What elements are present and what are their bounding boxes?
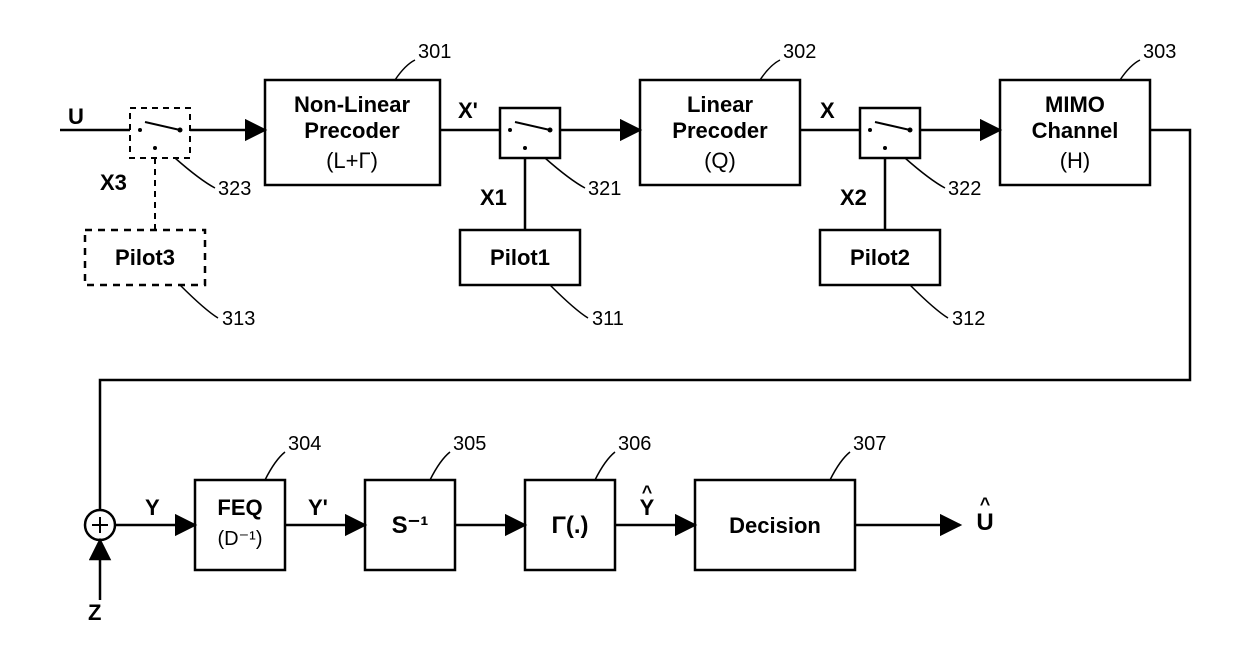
svg-text:Precoder: Precoder: [672, 118, 768, 143]
ref-306: 306: [618, 433, 651, 455]
feq-block: FEQ (D⁻¹): [195, 480, 285, 570]
switch-1: [500, 108, 560, 158]
svg-text:U: U: [976, 509, 993, 536]
signal-X3: X3: [100, 170, 127, 195]
svg-text:Precoder: Precoder: [304, 118, 400, 143]
switch-3: [130, 108, 190, 158]
svg-text:Γ(.): Γ(.): [551, 512, 588, 539]
adder-node: [85, 510, 115, 540]
nonlinear-precoder-block: Non-Linear Precoder (L+Γ): [265, 80, 440, 185]
ref-303: 303: [1143, 41, 1176, 63]
ref-305: 305: [453, 433, 486, 455]
signal-X1: X1: [480, 185, 507, 210]
ref-312: 312: [952, 308, 985, 330]
svg-text:(H): (H): [1060, 148, 1091, 173]
ref-321: 321: [588, 178, 621, 200]
signal-Yprime: Y': [308, 495, 328, 520]
signal-U: U: [68, 104, 84, 129]
ref-311: 311: [592, 308, 624, 330]
decision-block: Decision: [695, 480, 855, 570]
svg-text:(L+Γ): (L+Γ): [326, 148, 378, 173]
signal-X2: X2: [840, 185, 867, 210]
ref-301: 301: [418, 41, 451, 63]
svg-text:Pilot1: Pilot1: [490, 245, 550, 270]
svg-text:Y: Y: [640, 495, 655, 520]
ref-323: 323: [218, 178, 251, 200]
signal-Z: Z: [88, 600, 101, 625]
svg-text:(Q): (Q): [704, 148, 736, 173]
mimo-channel-block: MIMO Channel (H): [1000, 80, 1150, 185]
ref-322: 322: [948, 178, 981, 200]
svg-text:Linear: Linear: [687, 92, 753, 117]
svg-text:(D⁻¹): (D⁻¹): [218, 528, 263, 550]
ref-304: 304: [288, 433, 321, 455]
pilot1-block: Pilot1: [460, 230, 580, 285]
ref-307: 307: [853, 433, 886, 455]
ref-313: 313: [222, 308, 255, 330]
sinv-block: S⁻¹: [365, 480, 455, 570]
svg-text:Non-Linear: Non-Linear: [294, 92, 411, 117]
svg-text:Decision: Decision: [729, 513, 821, 538]
signal-X: X: [820, 98, 835, 123]
signal-Uhat: ^ U: [976, 494, 993, 536]
svg-text:Channel: Channel: [1032, 118, 1119, 143]
signal-Yhat: ^ Y: [640, 482, 655, 520]
ref-302: 302: [783, 41, 816, 63]
gamma-block: Γ(.): [525, 480, 615, 570]
svg-text:Pilot3: Pilot3: [115, 245, 175, 270]
svg-text:FEQ: FEQ: [217, 495, 262, 520]
switch-2: [860, 108, 920, 158]
svg-text:MIMO: MIMO: [1045, 92, 1105, 117]
pilot2-block: Pilot2: [820, 230, 940, 285]
pilot3-block: Pilot3: [85, 230, 205, 285]
signal-Xprime: X': [458, 98, 478, 123]
linear-precoder-block: Linear Precoder (Q): [640, 80, 800, 185]
svg-text:Pilot2: Pilot2: [850, 245, 910, 270]
svg-text:S⁻¹: S⁻¹: [392, 512, 429, 539]
signal-Y: Y: [145, 495, 160, 520]
